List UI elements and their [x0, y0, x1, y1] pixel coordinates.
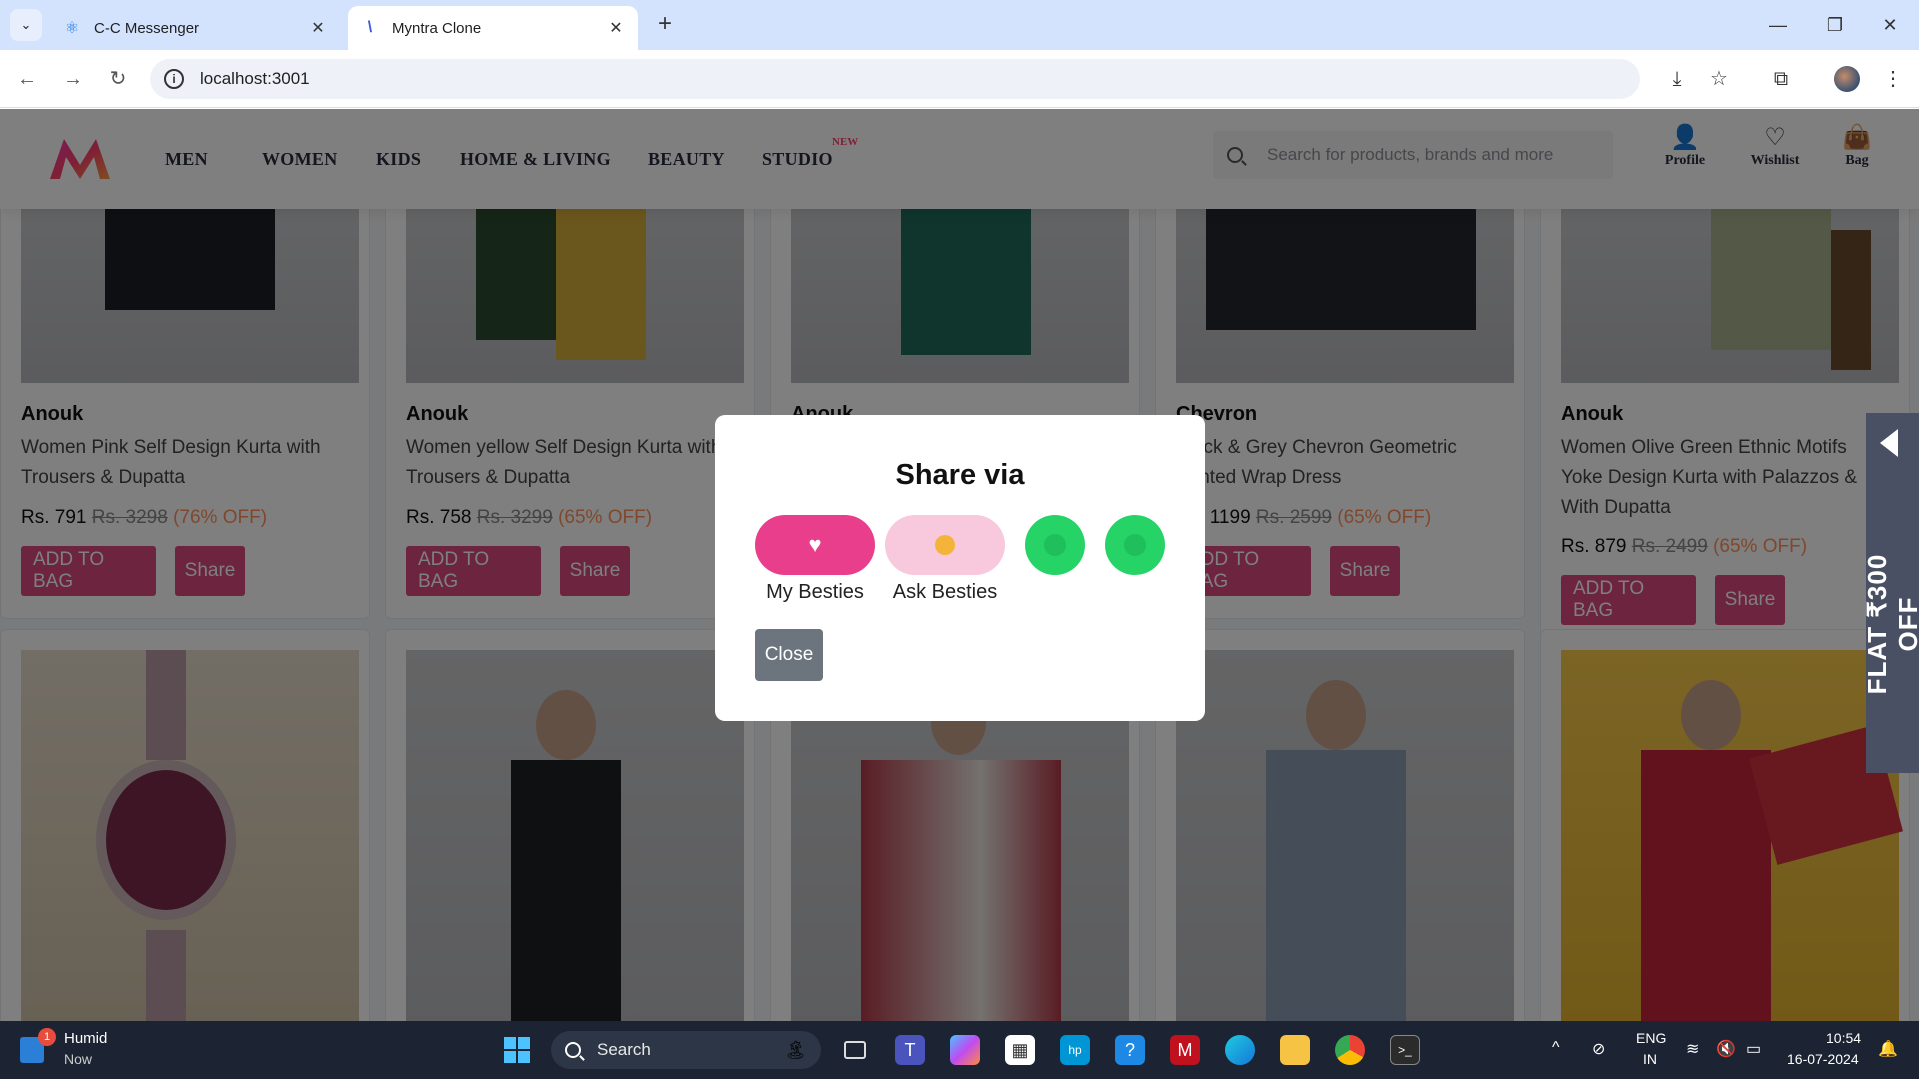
- tab-search-button[interactable]: ⌄: [10, 9, 42, 41]
- my-besties-button[interactable]: ♥: [755, 515, 875, 575]
- chevron-up-icon[interactable]: ^: [1552, 1039, 1560, 1057]
- tab-title: C-C Messenger: [94, 19, 200, 37]
- site-info-icon[interactable]: i: [164, 69, 184, 89]
- wifi-icon[interactable]: ≋: [1686, 1039, 1699, 1059]
- browser-tabstrip: ⌄ ⚛ C-C Messenger ✕ \ Myntra Clone ✕ + —…: [0, 0, 1919, 50]
- tab-myntra-clone[interactable]: \ Myntra Clone ✕: [348, 6, 638, 50]
- forward-icon[interactable]: →: [58, 64, 88, 94]
- microsoft-store-icon[interactable]: ▦: [1005, 1035, 1035, 1065]
- profile-avatar[interactable]: [1834, 66, 1860, 92]
- address-bar[interactable]: i localhost:3001: [150, 59, 1640, 99]
- install-app-icon[interactable]: ⤓: [1662, 64, 1692, 94]
- share-modal: Share via ♥ My Besties Ask Besties Close: [715, 415, 1205, 721]
- network-off-icon[interactable]: ⊘: [1592, 1039, 1605, 1059]
- tab-cc-messenger[interactable]: ⚛ C-C Messenger ✕: [50, 6, 340, 50]
- lang-secondary: IN: [1643, 1051, 1657, 1067]
- windows-start-icon[interactable]: [502, 1035, 532, 1065]
- screen: ⌄ ⚛ C-C Messenger ✕ \ Myntra Clone ✕ + —…: [0, 0, 1919, 1079]
- volume-mute-icon[interactable]: 🔇: [1716, 1039, 1736, 1059]
- widget-title: Humid: [64, 1030, 108, 1047]
- mcafee-icon[interactable]: M: [1170, 1035, 1200, 1065]
- reload-icon[interactable]: ↻: [103, 64, 133, 94]
- browser-toolbar: ← → ↻ i localhost:3001 ⤓ ☆ ⧉ ⋮: [0, 50, 1919, 108]
- react-icon: ⚛: [64, 20, 80, 37]
- chrome-icon[interactable]: [1335, 1035, 1365, 1065]
- teams-icon[interactable]: T: [895, 1035, 925, 1065]
- lang-primary[interactable]: ENG: [1636, 1030, 1666, 1046]
- whatsapp-icon: [1044, 534, 1066, 556]
- beach-icon: 🏝: [784, 1040, 807, 1060]
- window-close-icon[interactable]: ✕: [1870, 10, 1910, 40]
- taskbar-search-label: Search: [597, 1040, 651, 1059]
- restore-icon[interactable]: ❐: [1815, 10, 1855, 40]
- close-tab-icon[interactable]: ✕: [308, 18, 328, 38]
- vite-icon: \: [367, 19, 373, 36]
- promo-text: FLAT ₹300 OFF: [1862, 553, 1919, 695]
- minimize-icon[interactable]: —: [1758, 10, 1798, 40]
- edge-icon[interactable]: [1225, 1035, 1255, 1065]
- ask-besties-label: Ask Besties: [892, 581, 998, 603]
- page: MEN WOMEN KIDS HOME & LIVING BEAUTY STUD…: [0, 109, 1919, 1021]
- chevron-left-icon: [1880, 429, 1898, 457]
- ask-besties-button[interactable]: [885, 515, 1005, 575]
- copilot-icon[interactable]: [950, 1035, 980, 1065]
- heart-icon: ♥: [808, 532, 822, 557]
- taskbar-search[interactable]: Search 🏝: [551, 1031, 821, 1069]
- close-tab-icon[interactable]: ✕: [606, 18, 626, 38]
- url-text: localhost:3001: [200, 69, 310, 88]
- notification-badge: 1: [38, 1028, 56, 1046]
- close-button[interactable]: Close: [755, 629, 823, 681]
- bookmark-star-icon[interactable]: ☆: [1704, 64, 1734, 94]
- terminal-icon[interactable]: >_: [1390, 1035, 1420, 1065]
- search-icon: [565, 1042, 581, 1058]
- tab-title: Myntra Clone: [392, 19, 482, 37]
- battery-icon[interactable]: ▭: [1746, 1039, 1761, 1059]
- whatsapp-share-button-2[interactable]: [1105, 515, 1165, 575]
- new-tab-button[interactable]: +: [650, 10, 680, 40]
- girl-emoji-icon: [935, 535, 955, 555]
- windows-taskbar: 1 Humid Now Search 🏝 T ▦ hp ? M >_ ^ ⊘ E…: [0, 1021, 1919, 1079]
- modal-title: Share via: [895, 459, 1025, 491]
- my-besties-label: My Besties: [766, 581, 864, 603]
- extensions-icon[interactable]: ⧉: [1766, 64, 1796, 94]
- task-view-icon[interactable]: [840, 1035, 870, 1065]
- clock-date[interactable]: 16-07-2024: [1787, 1051, 1859, 1067]
- help-icon[interactable]: ?: [1115, 1035, 1145, 1065]
- myhp-icon[interactable]: hp: [1060, 1035, 1090, 1065]
- clock-time[interactable]: 10:54: [1826, 1030, 1861, 1046]
- file-explorer-icon[interactable]: [1280, 1035, 1310, 1065]
- browser-menu-icon[interactable]: ⋮: [1878, 64, 1908, 94]
- whatsapp-icon: [1124, 534, 1146, 556]
- whatsapp-share-button[interactable]: [1025, 515, 1085, 575]
- notification-bell-icon[interactable]: 🔔: [1878, 1039, 1898, 1059]
- widget-subtitle: Now: [64, 1051, 93, 1067]
- promo-banner[interactable]: FLAT ₹300 OFF: [1862, 413, 1919, 773]
- back-icon[interactable]: ←: [12, 64, 42, 94]
